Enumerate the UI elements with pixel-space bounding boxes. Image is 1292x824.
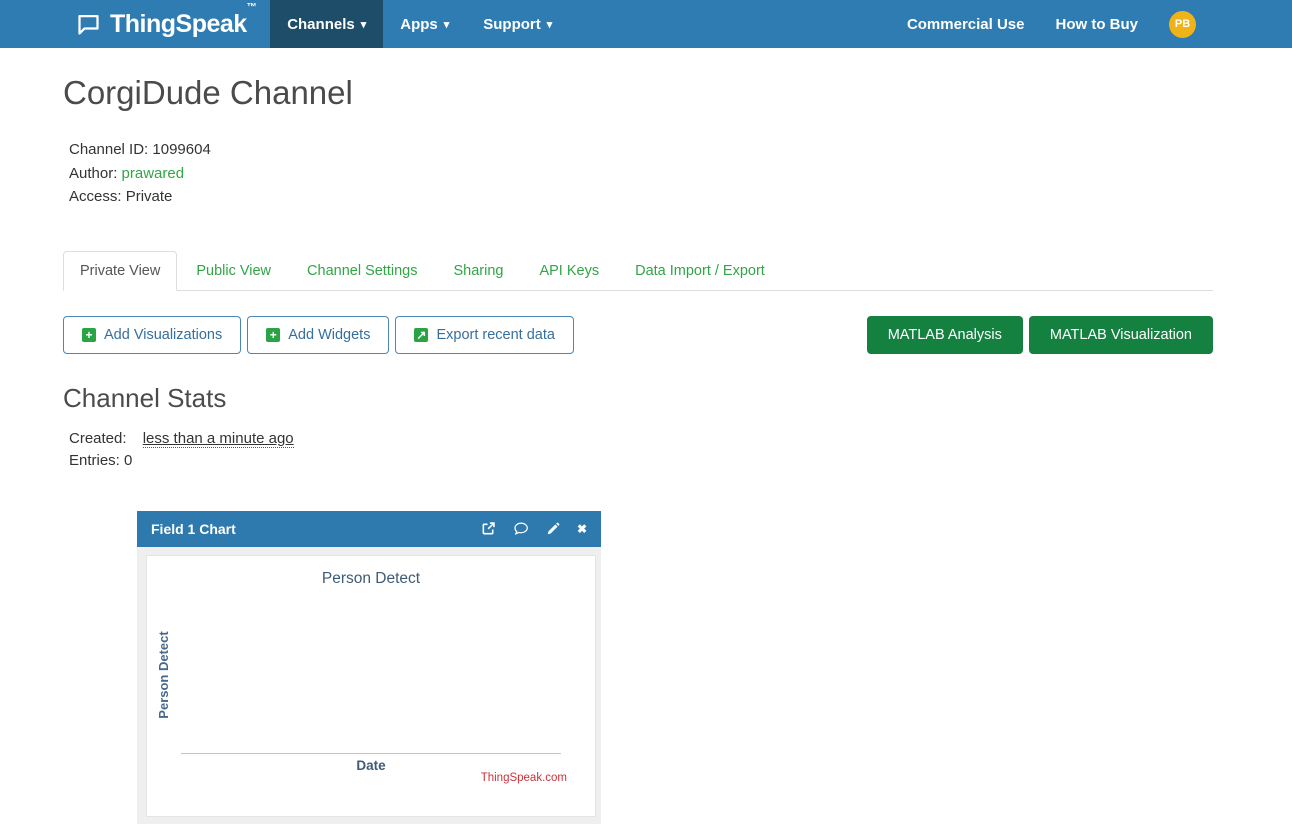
created-row: Created: less than a minute ago (69, 428, 1213, 451)
channel-id-row: Channel ID: 1099604 (69, 138, 1213, 162)
add-widgets-label: Add Widgets (288, 327, 370, 343)
created-value[interactable]: less than a minute ago (143, 430, 294, 448)
external-link-square-icon: ↗ (414, 328, 428, 342)
add-widgets-button[interactable]: + Add Widgets (247, 316, 389, 354)
speech-bubble-logo-icon (75, 11, 102, 38)
field1-chart-header: Field 1 Chart (137, 511, 601, 547)
access-row: Access: Private (69, 185, 1213, 209)
top-navbar: ThingSpeak™ Channels ▾ Apps ▾ Support ▾ … (0, 0, 1292, 48)
author-label: Author: (69, 165, 117, 182)
navbar-right: Commercial Use How to Buy PB (907, 0, 1292, 48)
entries-value: 0 (124, 452, 132, 469)
author-row: Author: prawared (69, 162, 1213, 186)
channel-info: Channel ID: 1099604 Author: prawared Acc… (69, 138, 1213, 209)
tab-api-keys[interactable]: API Keys (522, 251, 616, 291)
add-visualizations-label: Add Visualizations (104, 327, 222, 343)
nav-how-to-buy[interactable]: How to Buy (1056, 16, 1139, 33)
field1-chart-actions: ✖ (481, 521, 587, 536)
created-label: Created: (69, 430, 127, 447)
access-value: Private (126, 188, 173, 205)
page-title: CorgiDude Channel (63, 74, 1213, 112)
field1-chart-card: Field 1 Chart (137, 511, 601, 824)
toolbar-right: MATLAB Analysis MATLAB Visualization (867, 316, 1213, 354)
tab-sharing[interactable]: Sharing (436, 251, 520, 291)
nav-support[interactable]: Support ▾ (466, 0, 569, 48)
export-recent-data-label: Export recent data (436, 327, 555, 343)
tab-channel-settings[interactable]: Channel Settings (290, 251, 434, 291)
caret-down-icon: ▾ (547, 20, 553, 31)
nav-apps-label: Apps (400, 16, 438, 33)
tab-private-view[interactable]: Private View (63, 251, 177, 291)
field1-chart-plot: Person Detect Person Detect Date ThingSp… (146, 555, 596, 817)
nav-commercial-use[interactable]: Commercial Use (907, 16, 1025, 33)
caret-down-icon: ▾ (444, 20, 450, 31)
channel-stats: Created: less than a minute ago Entries:… (69, 428, 1213, 473)
external-link-icon[interactable] (481, 521, 496, 536)
add-visualizations-button[interactable]: + Add Visualizations (63, 316, 241, 354)
author-link[interactable]: prawared (122, 165, 185, 182)
channel-stats-heading: Channel Stats (63, 383, 1213, 414)
comment-icon[interactable] (513, 521, 529, 536)
chart-y-axis-label: Person Detect (156, 631, 171, 718)
field1-chart-title: Field 1 Chart (151, 521, 236, 537)
plus-square-icon: + (266, 328, 280, 342)
plus-square-icon: + (82, 328, 96, 342)
access-label: Access: (69, 188, 122, 205)
thingspeak-logo[interactable]: ThingSpeak™ (75, 0, 256, 48)
channel-id-label: Channel ID: (69, 141, 148, 158)
tab-public-view[interactable]: Public View (179, 251, 288, 291)
close-icon[interactable]: ✖ (577, 522, 587, 536)
navbar-left: ThingSpeak™ Channels ▾ Apps ▾ Support ▾ (0, 0, 569, 48)
export-recent-data-button[interactable]: ↗ Export recent data (395, 316, 574, 354)
main-content: CorgiDude Channel Channel ID: 1099604 Au… (63, 74, 1213, 824)
toolbar: + Add Visualizations + Add Widgets ↗ Exp… (63, 316, 1213, 354)
user-avatar[interactable]: PB (1169, 11, 1196, 38)
entries-label: Entries: (69, 452, 120, 469)
channel-id-value: 1099604 (152, 141, 210, 158)
entries-row: Entries: 0 (69, 450, 1213, 473)
brand-name: ThingSpeak™ (110, 10, 256, 39)
thingspeak-watermark: ThingSpeak.com (481, 772, 567, 784)
toolbar-left: + Add Visualizations + Add Widgets ↗ Exp… (63, 316, 574, 354)
trademark-symbol: ™ (247, 2, 257, 13)
caret-down-icon: ▾ (361, 20, 367, 31)
field1-chart-body: Person Detect Person Detect Date ThingSp… (137, 547, 601, 824)
matlab-analysis-button[interactable]: MATLAB Analysis (867, 316, 1023, 354)
chart-x-axis-line (181, 753, 561, 754)
chart-title: Person Detect (147, 570, 595, 588)
nav-support-label: Support (483, 16, 541, 33)
chart-x-axis-label: Date (147, 758, 595, 773)
nav-apps[interactable]: Apps ▾ (383, 0, 466, 48)
edit-pencil-icon[interactable] (546, 522, 560, 536)
channel-tabs: Private View Public View Channel Setting… (63, 251, 1213, 291)
nav-channels[interactable]: Channels ▾ (270, 0, 383, 48)
tab-data-import-export[interactable]: Data Import / Export (618, 251, 782, 291)
matlab-visualization-button[interactable]: MATLAB Visualization (1029, 316, 1213, 354)
nav-channels-label: Channels (287, 16, 355, 33)
